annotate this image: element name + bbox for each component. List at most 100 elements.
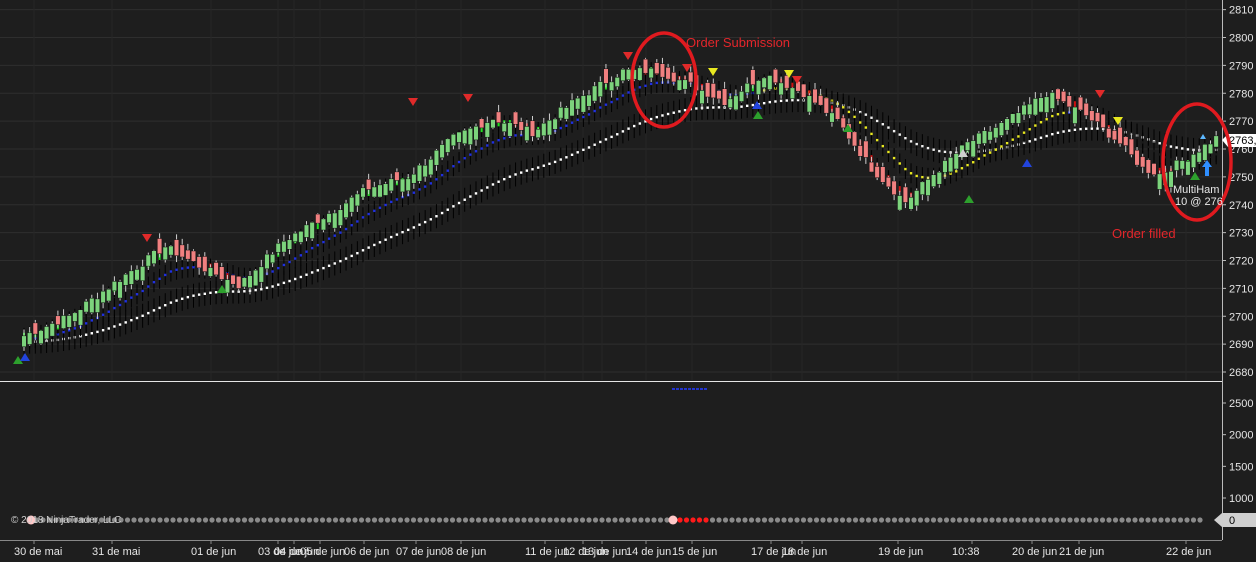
mid-ma-point [90, 319, 93, 322]
state-dot [280, 517, 287, 523]
up-candle [1191, 154, 1197, 168]
mid-ma-point [576, 118, 579, 122]
up-candle [21, 335, 27, 348]
price-chart[interactable]: 2680269027002710272027302740275027602770… [0, 0, 1256, 562]
mid-ma-point [909, 172, 913, 175]
up-candle [682, 79, 688, 90]
mid-ma-point [418, 188, 421, 191]
mid-ma-point [73, 327, 77, 330]
state-dot [488, 517, 495, 523]
up-candle [558, 107, 564, 119]
up-candle [563, 107, 569, 120]
up-candle [829, 112, 835, 123]
slow-ma-point [881, 123, 884, 126]
up-candle [1004, 118, 1010, 131]
up-candle [546, 119, 553, 136]
state-dot [410, 517, 417, 523]
state-dot [1028, 517, 1034, 523]
mid-ma-point [169, 270, 173, 273]
state-dot [1158, 517, 1164, 523]
state-dot [345, 517, 352, 523]
down-candle [213, 262, 219, 276]
price-tick-label: 2780 [1229, 88, 1253, 100]
up-candle [326, 213, 332, 223]
up-candle [727, 98, 733, 108]
slow-ma-point [525, 169, 529, 172]
up-candle [241, 277, 247, 288]
state-dot [514, 517, 521, 523]
up-candle [942, 160, 948, 173]
up-candle [699, 90, 705, 104]
state-dot [748, 517, 755, 523]
slow-ma-point [909, 140, 913, 143]
down-candle [750, 69, 756, 85]
state-dot [690, 517, 696, 523]
mid-ma-point [62, 330, 65, 334]
mid-ma-point [310, 246, 314, 250]
up-candle [1021, 104, 1027, 116]
state-dot [839, 517, 846, 523]
down-candle [1066, 95, 1072, 108]
slow-ma-point [926, 146, 930, 150]
mid-ma-point [282, 263, 286, 267]
down-candle [891, 180, 897, 195]
up-candle [976, 132, 982, 145]
slow-ma-point [367, 246, 370, 249]
mid-ma-point [469, 153, 472, 156]
mid-ma-point [977, 157, 981, 160]
state-dot [417, 517, 423, 523]
mid-ma-point [486, 144, 489, 147]
mid-ma-point [875, 138, 879, 142]
down-candle [1145, 159, 1151, 174]
down-candle [1094, 112, 1101, 122]
slow-ma-point [152, 309, 156, 312]
up-candle [789, 87, 795, 99]
up-candle [524, 126, 530, 141]
slow-ma-point [463, 198, 466, 201]
order-label-strategy: MultiHam [1173, 184, 1219, 196]
slow-ma-point [457, 201, 461, 205]
slow-ma-point [599, 140, 602, 144]
state-dot [423, 517, 430, 523]
up-candle [755, 80, 762, 95]
mid-ma-point [113, 306, 116, 310]
up-candle [569, 99, 575, 117]
slow-ma-point [887, 126, 890, 129]
state-dot [131, 517, 137, 523]
mid-ma-point [966, 163, 969, 167]
up-candle [428, 159, 434, 176]
slow-ma-point [118, 323, 122, 326]
state-dot [501, 517, 508, 523]
mid-ma-point [440, 173, 444, 177]
mid-ma-point [881, 144, 884, 148]
mid-ma-point [1214, 153, 1218, 156]
mid-ma-point [124, 300, 127, 303]
slow-ma-point [401, 230, 404, 234]
state-dot [560, 517, 566, 523]
up-candle [965, 141, 971, 151]
state-dot [313, 517, 319, 523]
slow-ma-point [209, 291, 212, 295]
down-candle [236, 276, 242, 289]
down-candle [529, 120, 536, 137]
state-dot [722, 517, 729, 523]
state-dot [391, 517, 397, 523]
slow-ma-point [712, 106, 715, 109]
up-candle [914, 190, 920, 207]
mid-ma-point [616, 97, 619, 101]
state-dot [937, 517, 943, 523]
slow-ma-point [627, 127, 630, 130]
up-candle [1027, 103, 1033, 115]
down-candle [705, 82, 711, 98]
state-dot [911, 517, 917, 523]
mid-ma-point [892, 156, 896, 160]
mid-ma-point [582, 115, 585, 119]
mid-ma-point [1147, 145, 1150, 149]
slow-ma-point [192, 294, 195, 297]
slow-ma-point [480, 189, 483, 192]
slow-ma-point [356, 251, 359, 255]
mid-ma-point [316, 244, 319, 247]
slow-ma-point [593, 143, 596, 146]
state-dot [729, 517, 735, 523]
down-candle [823, 97, 829, 114]
